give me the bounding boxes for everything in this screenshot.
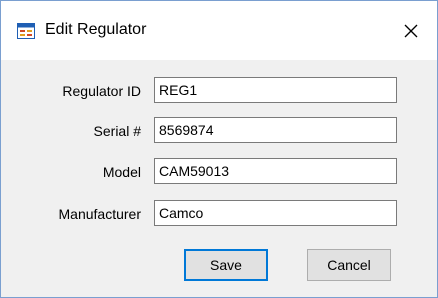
model-input[interactable]: [154, 158, 397, 184]
window-title: Edit Regulator: [45, 21, 147, 38]
close-button[interactable]: [389, 11, 433, 51]
serial-number-label: Serial #: [93, 123, 141, 139]
cancel-button[interactable]: Cancel: [307, 249, 391, 281]
regulator-id-label: Regulator ID: [62, 83, 141, 99]
title-bar[interactable]: Edit Regulator: [1, 1, 437, 60]
window-form-icon: [17, 23, 35, 39]
manufacturer-label: Manufacturer: [58, 206, 141, 222]
manufacturer-input[interactable]: [154, 200, 397, 226]
serial-number-input[interactable]: [154, 117, 397, 143]
model-label: Model: [102, 164, 141, 180]
edit-regulator-dialog: Edit Regulator Regulator ID Serial # Mod…: [0, 0, 438, 298]
regulator-id-input[interactable]: [154, 77, 397, 103]
close-icon[interactable]: [403, 23, 419, 39]
save-button[interactable]: Save: [184, 249, 268, 281]
